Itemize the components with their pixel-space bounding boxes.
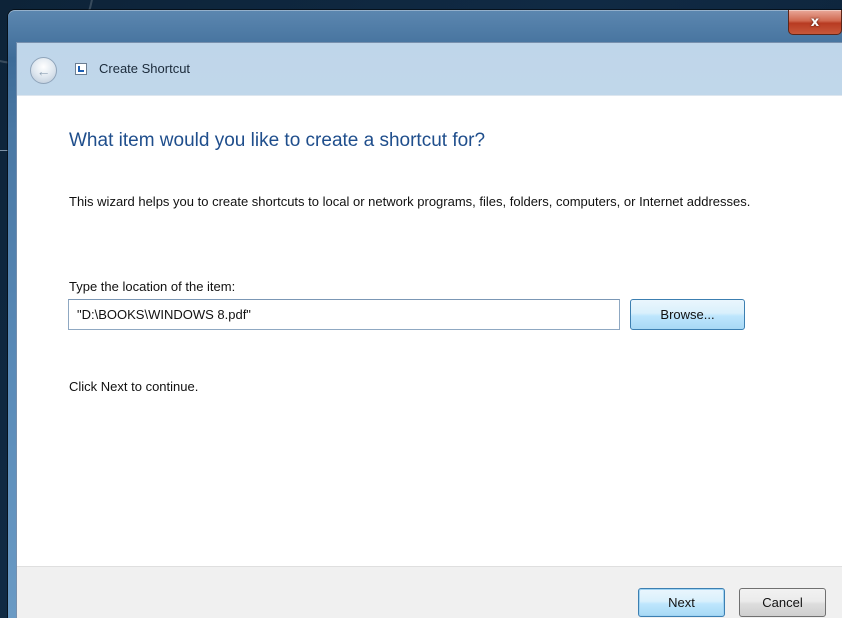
continue-hint: Click Next to continue. [69,379,199,394]
cancel-button[interactable]: Cancel [739,588,826,617]
navigation-bar: ← Create Shortcut [17,43,842,95]
page-title: What item would you like to create a sho… [69,130,486,151]
window-frame: ← Create Shortcut What item would you li… [16,42,842,618]
next-button[interactable]: Next [638,588,725,617]
close-button[interactable]: x [788,10,842,35]
wizard-description: This wizard helps you to create shortcut… [69,194,751,209]
wizard-footer: Next Cancel [17,566,842,618]
back-button[interactable]: ← [30,57,57,84]
shortcut-icon [75,63,87,75]
browse-button[interactable]: Browse... [630,299,745,330]
close-icon: x [810,14,820,30]
desktop-background: x ← Create Shortcut What item would you … [0,0,842,618]
location-label: Type the location of the item: [69,279,236,294]
create-shortcut-window: x ← Create Shortcut What item would you … [8,10,842,618]
back-arrow-icon: ← [36,62,51,79]
window-title: Create Shortcut [99,61,191,76]
location-input[interactable] [68,299,620,330]
wizard-content: What item would you like to create a sho… [17,95,842,567]
